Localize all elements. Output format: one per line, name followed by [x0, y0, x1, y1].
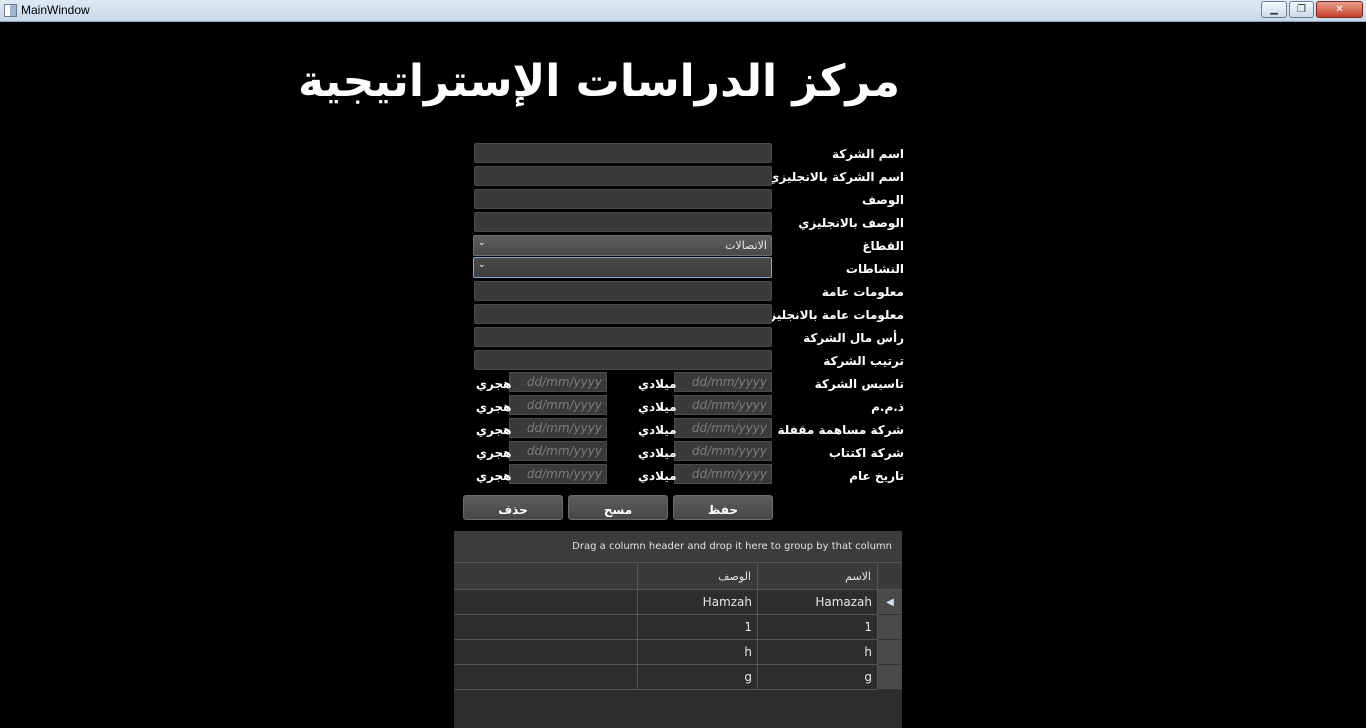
chevron-down-icon: ⌄ [478, 260, 486, 270]
general-info-label: معلومات عامة [821, 285, 904, 299]
sector-label: القطاغ [862, 239, 904, 253]
company-name-en-input[interactable] [474, 166, 772, 186]
page-title: مركز الدراسات الإستراتيجية [297, 56, 900, 107]
general-info-en-label: معلومات عامة بالانجليزية [757, 308, 904, 322]
general-gregorian-date[interactable]: dd/mm/yyyy [674, 464, 772, 484]
sector-combobox[interactable]: ⌄ الاتصالات [473, 235, 772, 256]
founding-hijri-date[interactable]: dd/mm/yyyy [509, 372, 607, 392]
table-cell-name[interactable]: g [758, 665, 878, 690]
delete-button[interactable]: حذف [463, 495, 563, 520]
closed-joint-stock-label: شركة مساهمة مقفلة [777, 423, 904, 437]
hijri-label: هجري [476, 469, 512, 483]
gregorian-label: ميلادي [638, 377, 677, 391]
save-button[interactable]: حفظ [673, 495, 773, 520]
ipo-company-label: شركة اكتتاب [828, 446, 904, 460]
table-cell-name[interactable]: Hamazah [758, 590, 878, 615]
row-indicator[interactable] [878, 615, 902, 640]
column-header-description[interactable]: الوصف [638, 563, 758, 590]
general-info-en-input[interactable] [474, 304, 772, 324]
llc-date-label: ذ.م.م [871, 400, 904, 414]
table-cell-empty [454, 665, 638, 690]
hijri-label: هجري [476, 446, 512, 460]
hijri-label: هجري [476, 423, 512, 437]
ipo-gregorian-date[interactable]: dd/mm/yyyy [674, 441, 772, 461]
founding-date-label: تاسيس الشركة [814, 377, 904, 391]
company-rank-label: ترتيب الشركة [823, 354, 904, 368]
current-row-indicator-icon: ◀ [878, 590, 902, 615]
app-icon [4, 4, 17, 17]
llc-hijri-date[interactable]: dd/mm/yyyy [509, 395, 607, 415]
clear-button[interactable]: مسح [568, 495, 668, 520]
group-panel-hint: Drag a column header and drop it here to… [572, 541, 892, 552]
table-cell-empty [454, 590, 638, 615]
table-cell-description[interactable]: 1 [638, 615, 758, 640]
row-indicator-header [878, 563, 902, 590]
gregorian-label: ميلادي [638, 469, 677, 483]
table-cell-description[interactable]: g [638, 665, 758, 690]
company-name-label: اسم الشركة [831, 147, 904, 161]
gregorian-label: ميلادي [638, 423, 677, 437]
group-panel[interactable]: Drag a column header and drop it here to… [454, 531, 902, 563]
maximize-button[interactable]: ❐ [1289, 1, 1314, 18]
table-cell-empty [454, 615, 638, 640]
description-label: الوصف [861, 193, 904, 207]
minimize-button[interactable]: ▁ [1261, 1, 1287, 18]
row-indicator[interactable] [878, 640, 902, 665]
capital-input[interactable] [474, 327, 772, 347]
description-en-input[interactable] [474, 212, 772, 232]
general-info-input[interactable] [474, 281, 772, 301]
gregorian-label: ميلادي [638, 446, 677, 460]
table-cell-description[interactable]: h [638, 640, 758, 665]
window-titlebar: MainWindow ▁ ❐ ✕ [0, 0, 1366, 22]
general-hijri-date[interactable]: dd/mm/yyyy [509, 464, 607, 484]
company-name-input[interactable] [474, 143, 772, 163]
description-en-label: الوصف بالانجليزي [798, 216, 904, 230]
general-date-label: تاريخ عام [849, 469, 904, 483]
window-title: MainWindow [21, 3, 90, 17]
gregorian-label: ميلادي [638, 400, 677, 414]
companies-grid[interactable]: Drag a column header and drop it here to… [454, 531, 902, 728]
sector-selected-value: الاتصالات [725, 239, 767, 252]
company-name-en-label: اسم الشركة بالانجليزي [768, 170, 904, 184]
chevron-down-icon: ⌄ [478, 238, 486, 248]
llc-gregorian-date[interactable]: dd/mm/yyyy [674, 395, 772, 415]
hijri-label: هجري [476, 377, 512, 391]
activities-combobox[interactable]: ⌄ [473, 257, 772, 278]
ipo-hijri-date[interactable]: dd/mm/yyyy [509, 441, 607, 461]
column-header-name[interactable]: الاسم [758, 563, 878, 590]
capital-label: رأس مال الشركة [803, 331, 904, 345]
table-cell-name[interactable]: h [758, 640, 878, 665]
company-rank-input[interactable] [474, 350, 772, 370]
row-indicator[interactable] [878, 665, 902, 690]
closed-joint-stock-hijri-date[interactable]: dd/mm/yyyy [509, 418, 607, 438]
table-cell-empty [454, 640, 638, 665]
hijri-label: هجري [476, 400, 512, 414]
table-cell-description[interactable]: Hamzah [638, 590, 758, 615]
table-cell-name[interactable]: 1 [758, 615, 878, 640]
description-input[interactable] [474, 189, 772, 209]
column-header-empty [454, 563, 638, 590]
close-button[interactable]: ✕ [1316, 1, 1363, 18]
founding-gregorian-date[interactable]: dd/mm/yyyy [674, 372, 772, 392]
closed-joint-stock-gregorian-date[interactable]: dd/mm/yyyy [674, 418, 772, 438]
activities-label: النشاطات [845, 262, 904, 276]
